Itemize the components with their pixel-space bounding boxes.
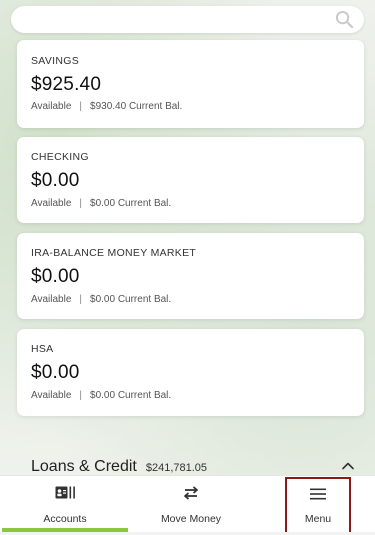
- current-balance: $0.00 Current Bal.: [90, 294, 172, 305]
- section-title: Loans & Credit: [31, 458, 137, 475]
- separator: |: [79, 390, 83, 401]
- nav-accounts[interactable]: Accounts: [2, 476, 128, 535]
- nav-move-money-label: Move Money: [160, 513, 222, 525]
- current-balance: $0.00 Current Bal.: [90, 198, 172, 209]
- account-balances: Available | $0.00 Current Bal.: [31, 390, 171, 401]
- app-screen: SAVINGS $925.40 Available | $930.40 Curren…: [0, 0, 375, 535]
- available-label: Available: [31, 198, 72, 209]
- account-card-hsa[interactable]: HSA $0.00 Available | $0.00 Current Bal.: [17, 329, 364, 416]
- available-label: Available: [31, 294, 72, 305]
- account-amount: $0.00: [31, 362, 80, 383]
- loans-credit-header[interactable]: Loans & Credit $241,781.05: [31, 458, 207, 476]
- nav-move-money[interactable]: Move Money: [128, 476, 254, 535]
- accounts-icon: [55, 485, 76, 501]
- account-name: HSA: [31, 343, 54, 355]
- search-icon[interactable]: [335, 10, 354, 29]
- account-amount: $925.40: [31, 74, 102, 95]
- nav-menu[interactable]: Menu: [285, 477, 351, 534]
- bottom-nav: Accounts Move Money Menu: [0, 475, 375, 535]
- search-bar[interactable]: [11, 6, 364, 33]
- nav-accounts-label: Accounts: [43, 513, 87, 525]
- chevron-up-icon[interactable]: [341, 459, 355, 473]
- account-balances: Available | $0.00 Current Bal.: [31, 294, 171, 305]
- account-balances: Available | $930.40 Current Bal.: [31, 101, 182, 112]
- hamburger-icon: [310, 486, 326, 502]
- available-label: Available: [31, 390, 72, 401]
- account-card-checking[interactable]: CHECKING $0.00 Available | $0.00 Current B…: [17, 137, 364, 223]
- current-balance: $0.00 Current Bal.: [90, 390, 172, 401]
- current-balance: $930.40 Current Bal.: [90, 101, 183, 112]
- account-card-savings[interactable]: SAVINGS $925.40 Available | $930.40 Curren…: [17, 40, 364, 128]
- account-name: IRA-BALANCE MONEY MARKET: [31, 247, 197, 259]
- separator: |: [79, 198, 83, 209]
- account-amount: $0.00: [31, 170, 80, 191]
- nav-menu-label: Menu: [304, 513, 332, 525]
- separator: |: [79, 101, 83, 112]
- section-total: $241,781.05: [145, 462, 208, 474]
- account-amount: $0.00: [31, 266, 80, 287]
- account-card-ira-money-market[interactable]: IRA-BALANCE MONEY MARKET $0.00 Available…: [17, 233, 364, 319]
- account-balances: Available | $0.00 Current Bal.: [31, 198, 171, 209]
- available-label: Available: [31, 101, 72, 112]
- account-name: CHECKING: [31, 151, 89, 163]
- account-name: SAVINGS: [31, 55, 80, 67]
- separator: |: [79, 294, 83, 305]
- transfer-arrows-icon: [183, 485, 199, 501]
